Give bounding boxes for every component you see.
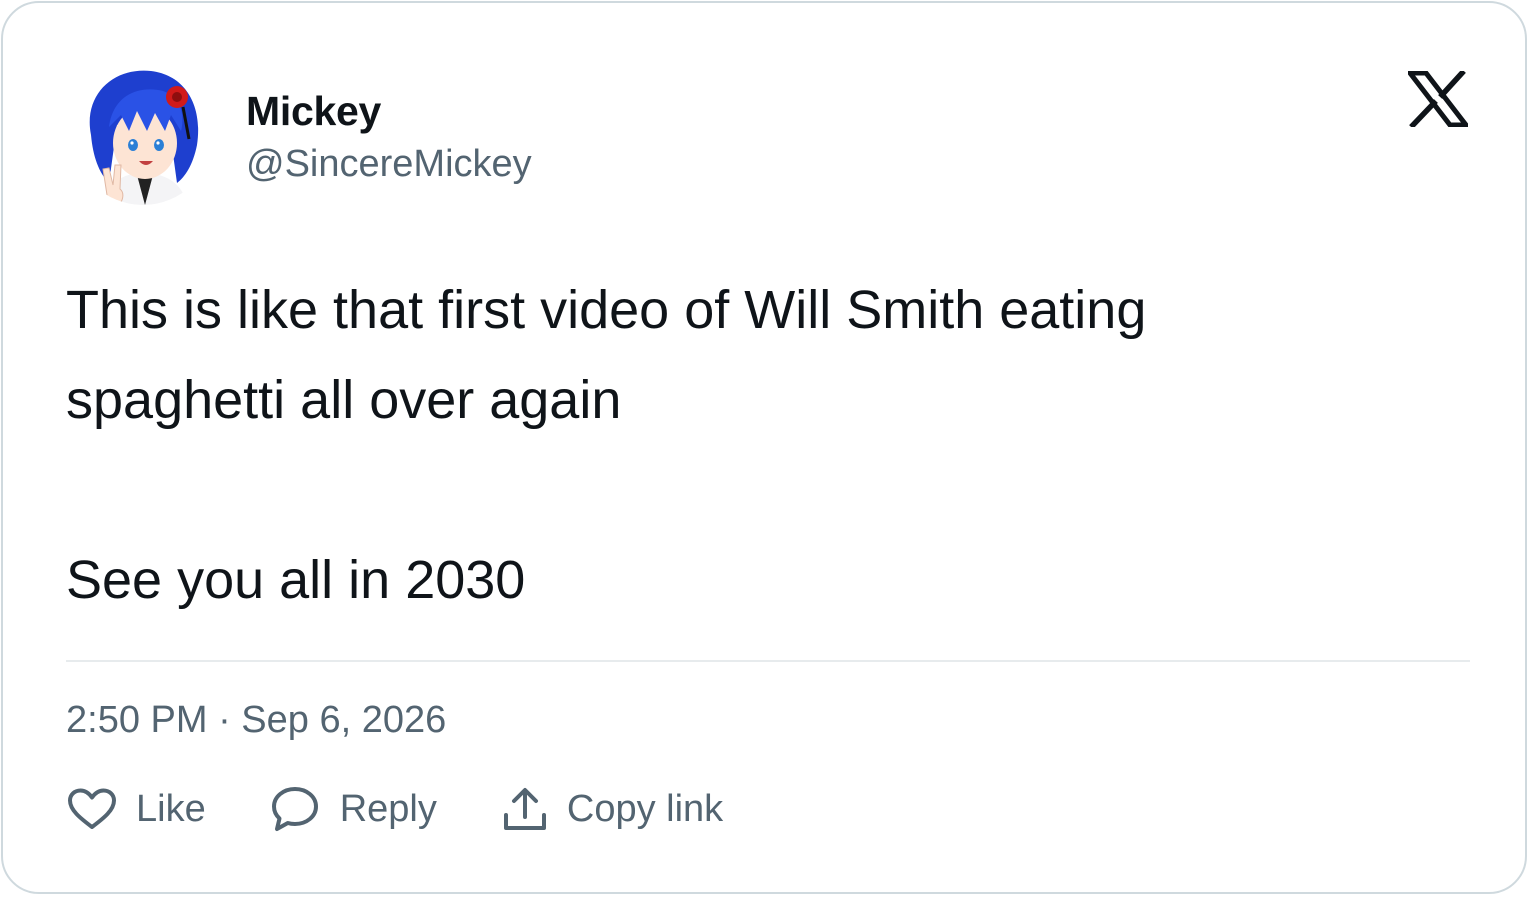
author-display-name[interactable]: Mickey: [246, 87, 532, 135]
like-label: Like: [136, 788, 206, 830]
reply-label: Reply: [339, 788, 437, 830]
avatar[interactable]: [73, 65, 213, 205]
tweet-card: Mickey @SincereMickey This is like that …: [1, 1, 1527, 894]
tweet-timestamp[interactable]: 2:50 PM · Sep 6, 2026: [66, 697, 446, 743]
copy-link-button[interactable]: Copy link: [501, 785, 723, 833]
reply-button[interactable]: Reply: [270, 785, 437, 833]
divider: [66, 660, 1470, 662]
tweet-line: spaghetti all over again: [66, 370, 622, 430]
like-button[interactable]: Like: [66, 786, 206, 832]
x-logo-icon[interactable]: [1404, 69, 1472, 129]
heart-icon: [66, 787, 118, 831]
author-handle[interactable]: @SincereMickey: [246, 141, 532, 187]
speech-bubble-icon: [270, 785, 320, 833]
action-bar: Like Reply Copy link: [66, 783, 723, 835]
avatar-image: [73, 65, 213, 205]
copy-link-label: Copy link: [566, 788, 724, 830]
author-info: Mickey @SincereMickey: [246, 87, 532, 187]
tweet-text: This is like that first video of Will Sm…: [66, 265, 1466, 625]
share-upload-icon: [501, 785, 549, 833]
tweet-line: This is like that first video of Will Sm…: [66, 280, 1147, 340]
tweet-line: See you all in 2030: [66, 550, 526, 610]
